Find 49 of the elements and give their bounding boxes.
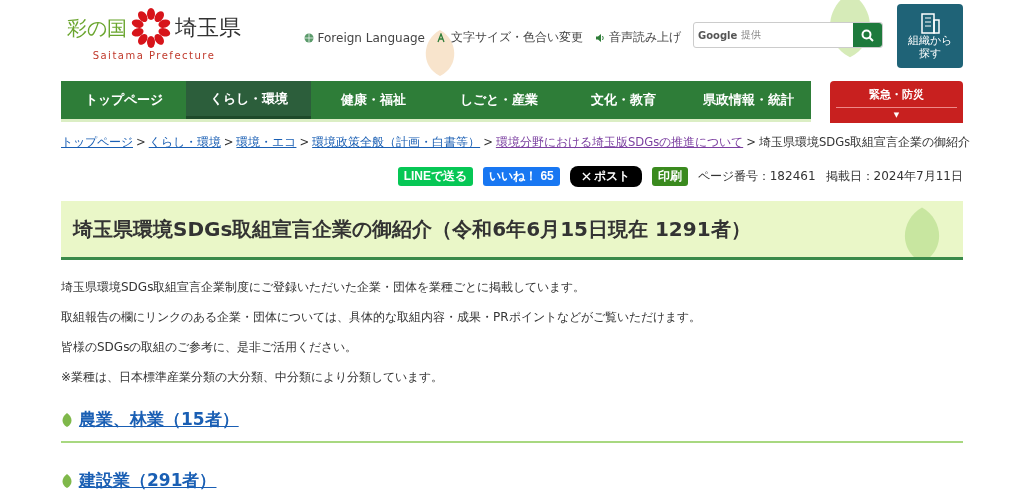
breadcrumb-separator: > <box>223 135 234 149</box>
font-size-icon <box>437 32 447 43</box>
paragraph: ※業種は、日本標準産業分類の大分類、中分類により分類しています。 <box>61 369 445 386</box>
publish-date: 掲載日：2024年7月11日 <box>825 168 963 185</box>
breadcrumb-separator: > <box>483 135 493 149</box>
nav-tab[interactable]: 文化・教育 <box>561 81 686 119</box>
page-title: 埼玉県環境SDGs取組宣言企業の御紹介（令和6年6月15日現在 1291者） <box>73 215 751 243</box>
utility-link[interactable]: 文字サイズ・色合い変更 <box>451 29 583 46</box>
leaf-icon <box>61 411 73 428</box>
logo-name: 埼玉県 <box>175 14 241 42</box>
like-button[interactable]: いいね！ 65 <box>483 167 560 186</box>
utility-link[interactable]: 音声読み上げ <box>609 29 681 46</box>
post-button[interactable]: ポスト <box>569 166 642 187</box>
building-icon <box>919 11 941 34</box>
breadcrumb-link[interactable]: 環境分野における埼玉版SDGsの推進について <box>495 135 744 149</box>
emblem-icon <box>131 8 171 48</box>
paragraph: 皆様のSDGsの取組のご参考に、是非ご活用ください。 <box>61 339 359 356</box>
speaker-icon <box>595 32 605 43</box>
search-button[interactable] <box>853 23 882 47</box>
breadcrumb-link[interactable]: くらし・環境 <box>148 135 221 149</box>
nav-tab[interactable]: くらし・環境 <box>186 81 311 119</box>
paragraph: 埼玉県環境SDGs取組宣言企業制度にご登録いただいた企業・団体を業種ごとに掲載しています。 <box>61 279 587 296</box>
logo-subtitle: Saitama Prefecture <box>92 50 216 61</box>
utility-link[interactable]: Foreign Language <box>317 30 425 45</box>
logo-tagline: 彩の国 <box>67 14 127 42</box>
leaf-icon <box>61 472 73 489</box>
section-heading-link[interactable]: 農業、林業（15者） <box>79 408 239 431</box>
breadcrumb-current: 埼玉県環境SDGs取組宣言企業の御紹介 <box>758 135 971 149</box>
page-number: ページ番号：182461 <box>697 168 816 185</box>
nav-tab[interactable]: 健康・福祉 <box>311 81 436 119</box>
search-icon <box>861 28 874 42</box>
org-search-button[interactable]: 組織から探す <box>897 4 963 68</box>
section-heading-link[interactable]: 建設業（291者） <box>79 469 217 492</box>
paragraph: 取組報告の欄にリンクのある企業・団体については、具体的な取組内容・成果・PRポイントなどがご覧いただけます。 <box>61 309 702 326</box>
search-field[interactable]: Google 提供 <box>693 22 883 48</box>
breadcrumb-separator: > <box>136 135 146 149</box>
search-placeholder: 提供 <box>741 28 763 42</box>
globe-icon <box>303 32 314 43</box>
breadcrumb-link[interactable]: 環境政策全般（計画・白書等） <box>312 135 481 149</box>
nav-tab[interactable]: トップページ <box>61 81 186 119</box>
x-logo-icon <box>581 172 591 181</box>
breadcrumb-link[interactable]: 環境・エコ <box>236 135 297 149</box>
breadcrumb-separator: > <box>299 135 310 149</box>
breadcrumb-link[interactable]: トップページ <box>61 135 133 149</box>
search-brand: Google <box>697 29 739 41</box>
breadcrumb-separator: > <box>746 135 756 149</box>
nav-tab[interactable]: しごと・産業 <box>436 81 561 119</box>
print-button[interactable]: 印刷 <box>651 167 688 186</box>
nav-tab[interactable]: 県政情報・統計 <box>686 81 811 119</box>
